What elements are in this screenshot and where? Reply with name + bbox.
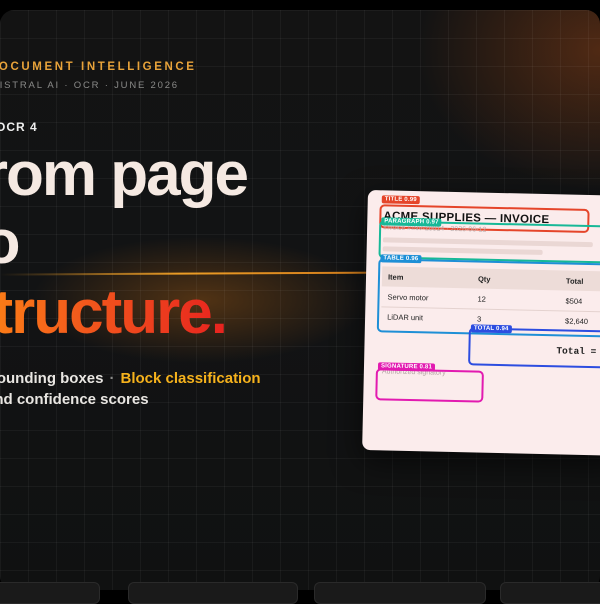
bottom-pill [128,582,298,604]
eyebrow-heading: DOCUMENT INTELLIGENCE [0,61,197,73]
title-confidence-label: TITLE 0.99 [381,195,420,205]
product-tag: OCR 4 [0,120,38,134]
headline-line-1: From page [0,140,249,209]
total-bounding-box [468,327,600,369]
signature-confidence-label: SIGNATURE 0.81 [377,362,436,372]
hero-slide: DOCUMENT INTELLIGENCE MISTRAL AI · OCR ·… [0,10,600,590]
bottom-pill [0,582,100,604]
feature-confidence-scores: and confidence scores [0,391,149,408]
signature-bounding-box [375,368,484,403]
eyebrow-subtitle: MISTRAL AI · OCR · JUNE 2026 [0,80,179,91]
feature-separator: · [109,370,115,387]
total-confidence-label: TOTAL 0.94 [470,324,512,334]
invoice-document-card: ACME SUPPLIES — INVOICE TITLE 0.99 Invoi… [362,190,600,456]
feature-list: Bounding boxes · Block classification and … [0,368,261,410]
bottom-pill [314,582,486,604]
paragraph-confidence-label: PARAGRAPH 0.97 [381,217,442,227]
table-confidence-label: TABLE 0.96 [380,254,422,264]
feature-block-classification: Block classification [120,370,261,387]
headline-line-3: structure. [0,276,228,350]
feature-bounding-boxes: Bounding boxes [0,370,104,387]
headline-line-2: to [0,206,21,280]
bottom-pill [500,582,600,604]
